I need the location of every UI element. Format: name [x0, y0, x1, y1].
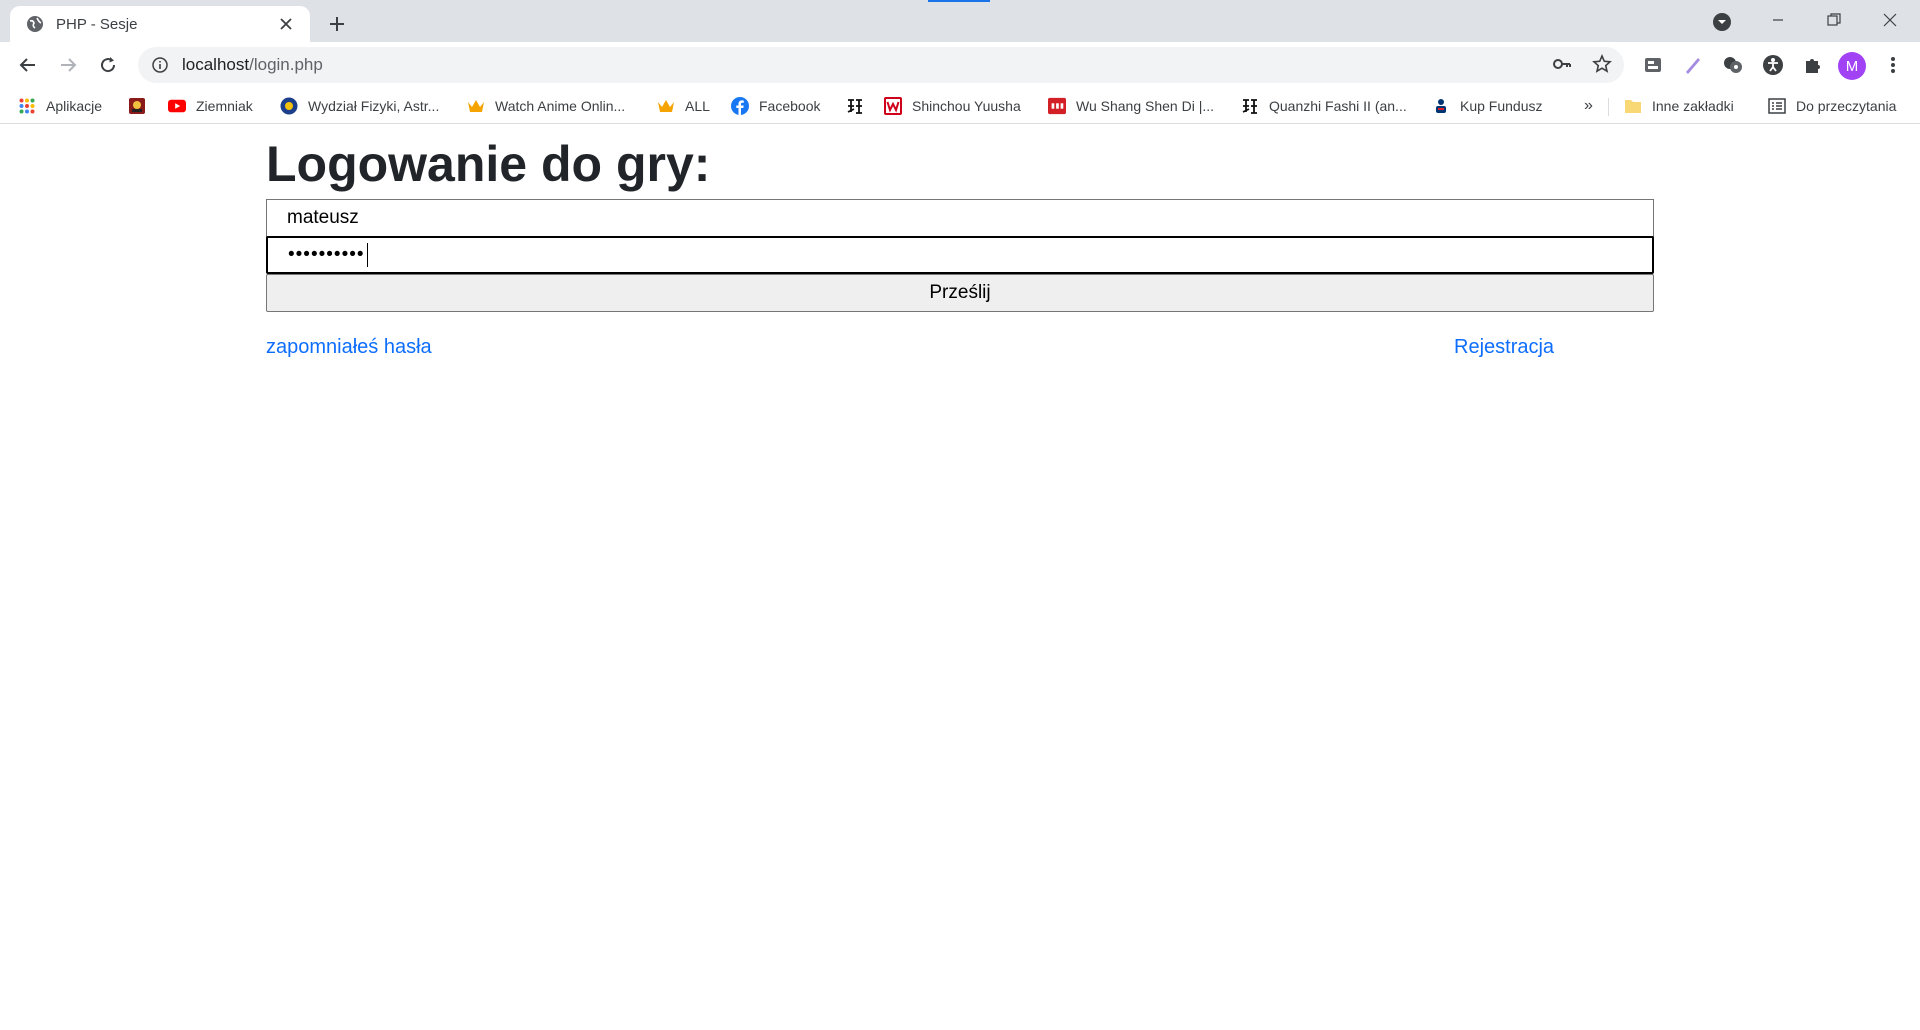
pen-extension-icon[interactable] [1678, 50, 1708, 80]
forward-button[interactable] [52, 49, 84, 81]
folder-icon [1624, 97, 1642, 115]
url-host: localhost [182, 55, 250, 74]
page-content: Logowanie do gry: •••••••••• Prześlij za… [0, 125, 1920, 1030]
bookmark-item[interactable]: Wu Shang Shen Di |... [1048, 94, 1214, 118]
apps-grid-icon [18, 97, 36, 115]
minimize-button[interactable] [1750, 0, 1806, 40]
reload-button[interactable] [92, 49, 124, 81]
address-bar[interactable]: localhost/login.php [138, 47, 1624, 83]
youtube-icon [168, 97, 186, 115]
forgot-password-link[interactable]: zapomniałeś hasła [266, 336, 432, 359]
bookmark-item[interactable]: Ziemniak [168, 94, 253, 118]
bookmark-item[interactable]: ALL [657, 94, 710, 118]
kanji-icon [846, 97, 864, 115]
tab-strip-indicator [928, 0, 990, 2]
w-icon [884, 97, 902, 115]
submit-button[interactable]: Prześlij [266, 274, 1654, 312]
new-tab-button[interactable] [322, 9, 352, 39]
bookmark-label: Kup Fundusz [1460, 98, 1543, 114]
bookmark-label: Shinchou Yuusha [912, 98, 1021, 114]
password-mask: •••••••••• [288, 244, 365, 265]
crown-icon [657, 97, 675, 115]
url-text: localhost/login.php [182, 55, 323, 75]
red-game-icon [128, 97, 146, 115]
password-key-icon[interactable] [1548, 50, 1576, 78]
restore-button[interactable] [1806, 0, 1862, 40]
bookmark-item[interactable]: Aplikacje [18, 94, 102, 118]
bookmark-star-icon[interactable] [1588, 50, 1616, 78]
facebook-icon [731, 97, 749, 115]
bookmark-item[interactable] [128, 94, 156, 118]
bookmark-label: Inne zakładki [1652, 98, 1734, 114]
password-input[interactable]: •••••••••• [266, 236, 1654, 274]
close-window-button[interactable] [1862, 0, 1918, 40]
university-icon [280, 97, 298, 115]
close-tab-icon[interactable] [274, 12, 298, 36]
bookmark-label: ALL [685, 98, 710, 114]
tab-search-icon[interactable] [1710, 10, 1734, 34]
bookmark-label: Do przeczytania [1796, 98, 1897, 114]
globe-icon [26, 15, 44, 33]
extensions-puzzle-icon[interactable] [1798, 50, 1828, 80]
bookmark-item[interactable]: Quanzhi Fashi II (an... [1241, 94, 1407, 118]
bookmarks-overflow-button[interactable]: » [1584, 94, 1593, 118]
other-bookmarks-folder[interactable]: Inne zakładki [1624, 94, 1734, 118]
bookmark-item[interactable]: Shinchou Yuusha [884, 94, 1021, 118]
crown-icon [467, 97, 485, 115]
bookmark-label: Watch Anime Onlin... [495, 98, 626, 114]
bookmark-item[interactable]: Watch Anime Onlin... [467, 94, 625, 118]
bookmark-item[interactable]: Facebook [731, 94, 820, 118]
browser-tab[interactable]: PHP - Sesje [10, 6, 310, 42]
bookmark-item[interactable] [846, 94, 874, 118]
reading-list-icon [1768, 97, 1786, 115]
back-button[interactable] [12, 49, 44, 81]
tab-title: PHP - Sesje [56, 15, 138, 33]
bookmark-label: Aplikacje [46, 98, 103, 114]
extension-circles-icon[interactable] [1718, 50, 1748, 80]
bookmark-item[interactable]: Wydział Fizyki, Astr... [280, 94, 439, 118]
bookmarks-divider [1608, 98, 1609, 116]
bookmark-label: Ziemniak [196, 98, 253, 114]
bookmark-label: Wu Shang Shen Di |... [1076, 98, 1215, 114]
register-link[interactable]: Rejestracja [1454, 336, 1554, 359]
kebab-menu-icon[interactable] [1878, 50, 1908, 80]
text-caret [366, 243, 368, 267]
bank-icon [1432, 97, 1450, 115]
info-icon[interactable] [150, 55, 170, 75]
bookmarks-bar: Aplikacje Ziemniak Wydział Fizyki, Astr.… [0, 88, 1920, 124]
bookmark-label: Quanzhi Fashi II (an... [1269, 98, 1407, 114]
username-input[interactable] [266, 199, 1654, 237]
extension-tools-icon[interactable] [1638, 50, 1668, 80]
page-title: Logowanie do gry: [266, 136, 711, 192]
url-path: /login.php [249, 55, 323, 74]
profile-avatar[interactable]: M [1838, 52, 1866, 80]
tab-strip: PHP - Sesje [0, 0, 1920, 42]
bookmark-item[interactable]: Kup Fundusz [1432, 94, 1543, 118]
bookmark-label: Facebook [759, 98, 821, 114]
cda-icon [1048, 97, 1066, 115]
reading-list-button[interactable]: Do przeczytania [1768, 94, 1896, 118]
accessibility-extension-icon[interactable] [1758, 50, 1788, 80]
bookmark-label: Wydział Fizyki, Astr... [308, 98, 440, 114]
browser-toolbar: localhost/login.php M [0, 42, 1920, 88]
kanji-icon [1241, 97, 1259, 115]
